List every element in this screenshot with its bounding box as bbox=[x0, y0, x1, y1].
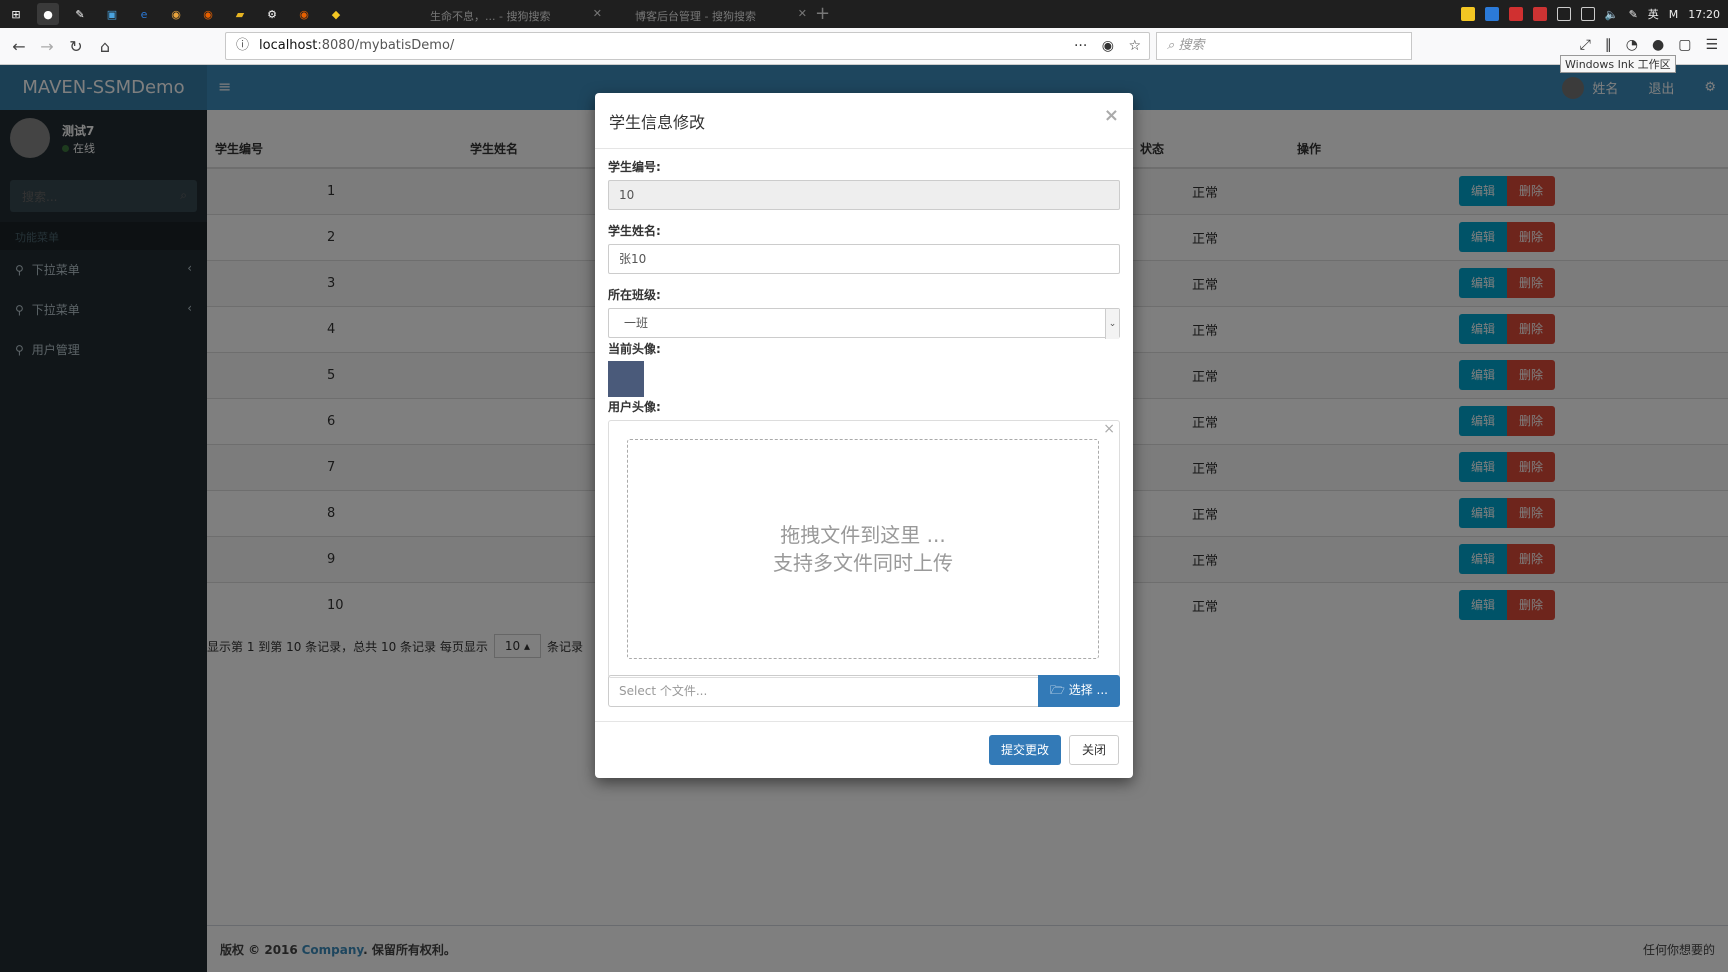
pocket-icon[interactable]: ◉ bbox=[1102, 38, 1114, 54]
url-path: :8080/mybatisDemo/ bbox=[317, 38, 455, 53]
bookmark-star-icon[interactable]: ☆ bbox=[1128, 38, 1141, 54]
home-icon[interactable]: ⌂ bbox=[94, 36, 116, 58]
modal-header: 学生信息修改 × bbox=[595, 93, 1133, 149]
tab-label: 博客后台管理 - 搜狗搜索 bbox=[635, 10, 756, 23]
ime-mode-indicator[interactable]: M bbox=[1669, 8, 1679, 21]
choose-file-button[interactable]: 🗁 选择 ... bbox=[1038, 675, 1120, 707]
pen-app-icon[interactable]: ✎ bbox=[69, 3, 91, 25]
modal-body: 学生编号: 10 学生姓名: 张10 所在班级: 一班 ⌄ 当前头像: 用户头像… bbox=[595, 158, 1133, 678]
browser-search-input[interactable]: ⌕ 搜索 bbox=[1156, 32, 1412, 60]
class-select-value: 一班 bbox=[624, 316, 649, 330]
current-avatar-label: 当前头像: bbox=[608, 342, 661, 356]
chevron-down-icon: ⌄ bbox=[1105, 309, 1119, 339]
submit-button[interactable]: 提交更改 bbox=[988, 735, 1061, 765]
url-host: localhost bbox=[259, 38, 318, 53]
browser-tab[interactable]: 生命不息，... - 搜狗搜索 ✕ bbox=[420, 2, 610, 28]
ime-indicator[interactable]: 英 bbox=[1648, 6, 1659, 22]
clock[interactable]: 17:20 bbox=[1688, 8, 1720, 21]
class-select[interactable]: 一班 ⌄ bbox=[608, 308, 1120, 339]
address-bar[interactable]: ⓘ localhost:8080/mybatisDemo/ ··· ◉ ☆ bbox=[225, 32, 1150, 60]
class-label: 所在班级: bbox=[608, 288, 661, 302]
os-taskbar: ⊞ ● ✎ ▣ e ◉ ◉ ▰ ⚙ ◉ ◆ 生命不息，... - 搜狗搜索 ✕ … bbox=[0, 0, 1728, 28]
shield-tray-icon[interactable] bbox=[1484, 7, 1499, 21]
close-button[interactable]: 关闭 bbox=[1068, 735, 1119, 765]
student-name-field[interactable]: 张10 bbox=[608, 244, 1120, 274]
folder-app-icon[interactable]: ▰ bbox=[229, 3, 251, 25]
modal-footer: 提交更改 关闭 bbox=[595, 721, 1133, 778]
close-icon[interactable]: ✕ bbox=[593, 7, 602, 20]
sogou-tray-icon[interactable] bbox=[1460, 7, 1475, 21]
student-id-field[interactable]: 10 bbox=[608, 180, 1120, 210]
info-icon[interactable]: ⓘ bbox=[236, 38, 249, 53]
edge-browser-icon[interactable]: e bbox=[133, 3, 155, 25]
edit-student-modal: 学生信息修改 × 学生编号: 10 学生姓名: 张10 所在班级: 一班 ⌄ 当… bbox=[595, 93, 1133, 778]
new-tab-icon[interactable]: + bbox=[815, 3, 830, 24]
browser-toolbar-right: ⤢ ∥ ◔ ● ▢ ☰ bbox=[1580, 37, 1718, 53]
drop-zone-subtext: 支持多文件同时上传 bbox=[773, 551, 953, 575]
search-icon: ⌕ bbox=[1167, 38, 1175, 53]
close-icon[interactable]: × bbox=[1103, 421, 1115, 437]
battery-tray-icon[interactable] bbox=[1556, 7, 1571, 21]
drop-zone-text: 拖拽文件到这里 ... bbox=[780, 523, 946, 547]
file-input-group: Select 个文件... 🗁 选择 ... bbox=[608, 675, 1120, 707]
choose-file-label: 选择 ... bbox=[1068, 683, 1108, 697]
reload-icon[interactable]: ↻ bbox=[65, 36, 87, 58]
settings-app-icon[interactable]: ⚙ bbox=[261, 3, 283, 25]
close-icon[interactable]: × bbox=[1104, 105, 1119, 126]
file-upload-preview: × 拖拽文件到这里 ... 支持多文件同时上传 bbox=[608, 420, 1120, 678]
tooltip: Windows Ink 工作区 bbox=[1560, 55, 1676, 73]
student-id-label: 学生编号: bbox=[608, 160, 661, 174]
app-tray-icon[interactable] bbox=[1508, 7, 1523, 21]
student-name-label: 学生姓名: bbox=[608, 224, 661, 238]
menu-icon[interactable]: ☰ bbox=[1705, 37, 1718, 53]
pen-tray-icon[interactable]: ✎ bbox=[1629, 8, 1638, 21]
account-icon[interactable]: ● bbox=[1652, 37, 1664, 53]
browser-navbar: ← → ↻ ⌂ ⓘ localhost:8080/mybatisDemo/ ···… bbox=[0, 28, 1728, 73]
search-placeholder: 搜索 bbox=[1178, 38, 1205, 53]
firefox-app-icon[interactable]: ◉ bbox=[293, 3, 315, 25]
tab-label: 生命不息，... - 搜狗搜索 bbox=[430, 10, 551, 23]
store-app-icon[interactable]: ▣ bbox=[101, 3, 123, 25]
chat-app-icon[interactable]: ● bbox=[37, 3, 59, 25]
chrome-browser-icon[interactable]: ◉ bbox=[165, 3, 187, 25]
browser-tab[interactable]: 博客后台管理 - 搜狗搜索 ✕ bbox=[625, 2, 815, 28]
system-tray: 🔈 ✎ 英 M 17:20 bbox=[1460, 0, 1720, 28]
sync-icon[interactable]: ◔ bbox=[1626, 37, 1638, 53]
upload-avatar-label: 用户头像: bbox=[608, 400, 661, 414]
url-actions: ··· ◉ ☆ bbox=[1074, 33, 1141, 59]
app2-tray-icon[interactable] bbox=[1532, 7, 1547, 21]
file-drop-zone[interactable]: 拖拽文件到这里 ... 支持多文件同时上传 bbox=[627, 439, 1099, 659]
sogou-app-icon[interactable]: ◆ bbox=[325, 3, 347, 25]
network-tray-icon[interactable] bbox=[1580, 7, 1595, 21]
current-avatar-image bbox=[608, 361, 644, 397]
sidebar-icon[interactable]: ▢ bbox=[1678, 37, 1691, 53]
back-icon[interactable]: ← bbox=[8, 36, 30, 58]
file-caption-input[interactable]: Select 个文件... bbox=[608, 675, 1038, 707]
forward-icon[interactable]: → bbox=[36, 36, 58, 58]
more-icon[interactable]: ··· bbox=[1074, 38, 1087, 54]
modal-title: 学生信息修改 bbox=[609, 113, 706, 132]
library-icon[interactable]: ∥ bbox=[1605, 37, 1612, 53]
close-icon[interactable]: ✕ bbox=[798, 7, 807, 20]
volume-icon[interactable]: 🔈 bbox=[1605, 8, 1619, 21]
folder-open-icon: 🗁 bbox=[1050, 683, 1065, 697]
fullscreen-icon[interactable]: ⤢ bbox=[1580, 37, 1591, 53]
firefox-browser-icon[interactable]: ◉ bbox=[197, 3, 219, 25]
windows-start-icon[interactable]: ⊞ bbox=[5, 3, 27, 25]
